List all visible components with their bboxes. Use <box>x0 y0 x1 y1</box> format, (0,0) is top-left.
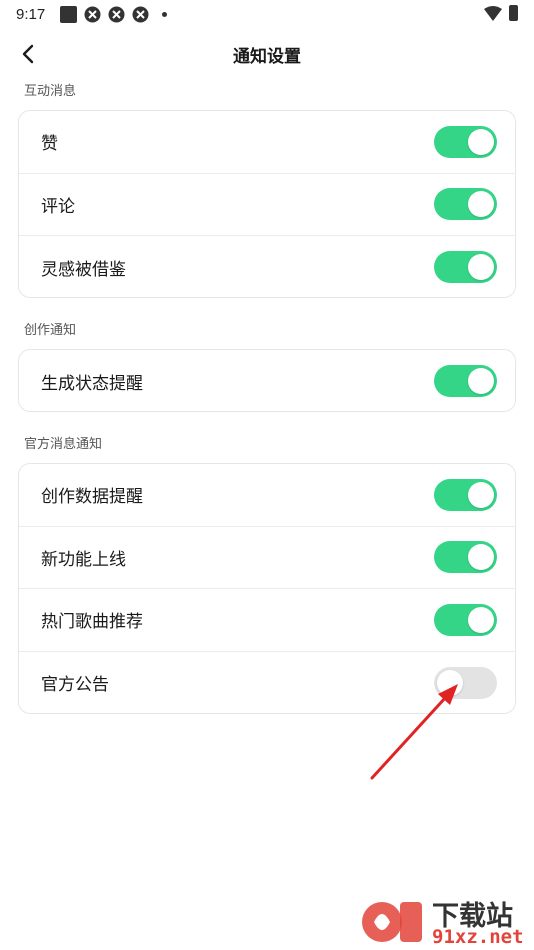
toggle-switch-comment[interactable] <box>434 188 497 221</box>
setting-row-generation-status: 生成状态提醒 <box>19 350 515 411</box>
toggle-knob <box>468 544 494 571</box>
section-label-creation: 创作通知 <box>24 322 77 337</box>
toggle-switch-generation-status[interactable] <box>434 365 497 398</box>
setting-row-new-features: 新功能上线 <box>19 527 515 589</box>
toggle-knob <box>468 606 494 633</box>
toggle-switch-inspiration[interactable] <box>434 251 497 284</box>
toggle-switch-like[interactable] <box>434 125 497 158</box>
setting-label: 新功能上线 <box>41 549 126 569</box>
setting-row-like: 赞 <box>19 111 515 174</box>
setting-label: 生成状态提醒 <box>41 373 143 393</box>
setting-row-inspiration: 灵感被借鉴 <box>19 236 515 297</box>
settings-card-official: 创作数据提醒 新功能上线 热门歌曲推荐 官方公告 <box>18 463 516 714</box>
toggle-switch-hot-songs[interactable] <box>434 603 497 636</box>
setting-label: 热门歌曲推荐 <box>41 612 143 632</box>
status-time: 9:17 <box>16 6 46 23</box>
toggle-switch-new-features[interactable] <box>434 541 497 574</box>
toggle-switch-announcement[interactable] <box>434 666 497 699</box>
settings-card-interaction: 赞 评论 灵感被借鉴 <box>18 110 516 298</box>
setting-label: 赞 <box>41 134 58 154</box>
setting-label: 评论 <box>41 196 75 216</box>
app-notification-icon <box>84 6 101 23</box>
setting-row-comment: 评论 <box>19 174 515 236</box>
settings-card-creation: 生成状态提醒 <box>18 349 516 412</box>
setting-label: 创作数据提醒 <box>41 487 143 507</box>
section-label-official: 官方消息通知 <box>24 436 103 451</box>
section-label-interaction: 互动消息 <box>24 83 77 98</box>
setting-row-hot-songs: 热门歌曲推荐 <box>19 589 515 652</box>
page-title: 通知设置 <box>233 47 301 66</box>
toggle-switch-creation-data[interactable] <box>434 478 497 511</box>
battery-icon <box>509 5 518 21</box>
setting-label: 官方公告 <box>41 675 109 695</box>
app-notification-icon <box>132 6 149 23</box>
toggle-knob <box>468 481 494 508</box>
toggle-knob <box>468 191 494 218</box>
setting-row-announcement: 官方公告 <box>19 652 515 714</box>
setting-label: 灵感被借鉴 <box>41 259 126 279</box>
notification-square-icon <box>60 6 77 23</box>
wifi-icon <box>484 6 502 21</box>
app-notification-icon <box>108 6 125 23</box>
watermark-site: 91xz.net <box>432 926 524 948</box>
toggle-knob <box>468 128 494 155</box>
toggle-knob <box>468 368 494 395</box>
status-bar: 9:17 <box>0 0 534 30</box>
setting-row-creation-data: 创作数据提醒 <box>19 464 515 527</box>
toggle-knob <box>468 254 494 281</box>
toggle-knob <box>437 669 463 696</box>
more-notifications-dot-icon <box>162 12 167 17</box>
